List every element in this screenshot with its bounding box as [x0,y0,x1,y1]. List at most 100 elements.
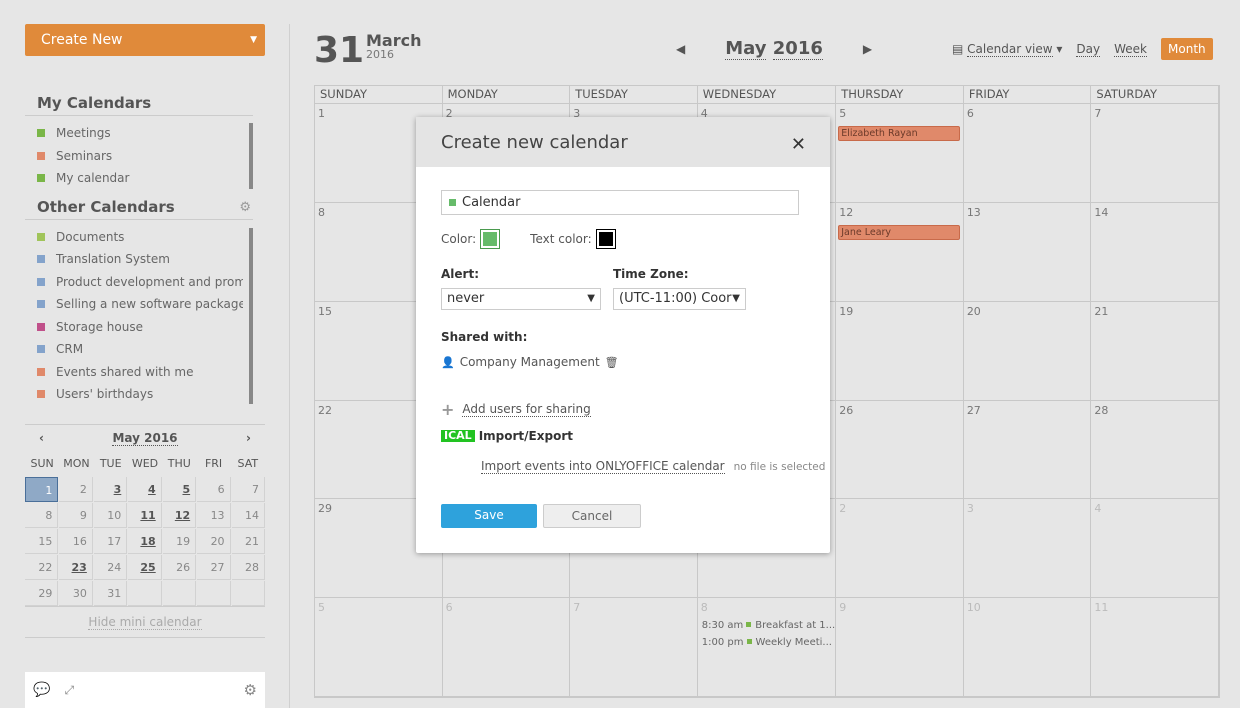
day-cell[interactable]: 14 [1091,202,1219,302]
mini-day[interactable]: 24 [93,555,128,580]
mini-day[interactable]: 14 [231,503,265,528]
create-new-button[interactable]: Create New ▼ [25,24,265,56]
mini-day[interactable]: 13 [197,503,231,528]
day-cell[interactable]: 2 [836,499,964,599]
day-cell[interactable]: 27 [963,400,1092,500]
calendar-title[interactable]: May 2016 [725,38,823,60]
chat-icon[interactable]: 💬 [33,682,50,698]
mini-day[interactable]: 6 [197,477,231,502]
mini-day[interactable]: 11 [128,503,162,528]
close-icon[interactable]: ✕ [791,134,806,155]
calendar-name-input[interactable]: Calendar [441,190,799,215]
calendar-item[interactable]: Translation System [37,248,243,271]
mini-day[interactable]: 9 [59,503,93,528]
calendar-view-dropdown[interactable]: ▤ Calendar view ▾ [952,42,1062,57]
expand-icon[interactable]: ⤢ [64,683,74,698]
mini-day[interactable]: 7 [231,477,265,502]
mini-day[interactable]: 4 [128,477,162,502]
mini-day[interactable]: 27 [197,555,231,580]
text-color-picker[interactable] [595,229,616,249]
day-cell[interactable]: 5 [315,598,443,697]
day-cell[interactable]: 19 [836,301,964,401]
mini-day[interactable]: 21 [231,529,265,554]
day-cell[interactable]: 12 Jane Leary [836,202,964,302]
calendar-item[interactable]: Selling a new software package [37,293,243,316]
prev-icon[interactable]: ◀ [676,42,685,56]
color-picker[interactable] [480,229,501,249]
calendar-item[interactable]: Events shared with me [37,361,243,384]
mini-day[interactable]: 19 [162,529,197,554]
mini-day[interactable]: 25 [128,555,162,580]
day-cell[interactable]: 28 [1091,400,1219,500]
day-cell[interactable]: 13 [963,202,1092,302]
view-day[interactable]: Day [1076,42,1101,57]
event[interactable]: 1:00 pm Weekly Meeti... [698,634,835,651]
alert-select[interactable]: never ▼ [441,288,601,310]
mini-day[interactable]: 20 [197,529,231,554]
day-cell[interactable]: 7 [570,598,698,697]
day-cell[interactable]: 20 [963,301,1092,401]
day-cell[interactable]: 26 [836,400,964,500]
view-month[interactable]: Month [1161,38,1213,60]
gear-icon[interactable]: ⚙ [244,681,257,699]
add-users-link[interactable]: Add users for sharing [462,402,591,417]
day-cell[interactable]: 4 [1091,499,1219,599]
mini-day[interactable]: 2 [59,477,93,502]
view-week[interactable]: Week [1114,42,1148,57]
day-cell[interactable]: 3 [963,499,1092,599]
calendar-item[interactable]: Documents [37,226,243,249]
calendar-item[interactable]: Users' birthdays [37,383,243,406]
mini-day[interactable]: 17 [93,529,128,554]
next-icon[interactable]: ▶ [863,42,872,56]
import-events-link[interactable]: Import events into ONLYOFFICE calendar [481,459,725,474]
caret-down-icon[interactable]: ▼ [250,24,257,56]
mini-day[interactable]: 31 [93,581,128,606]
mini-day[interactable]: 22 [25,555,59,580]
day-cell[interactable]: 10 [963,598,1092,697]
mini-day[interactable]: 29 [25,581,59,606]
day-cell[interactable]: 7 [1091,104,1219,203]
calendar-item[interactable]: Meetings [37,122,243,145]
mini-day[interactable]: 28 [231,555,265,580]
day-cell[interactable]: 21 [1091,301,1219,401]
mini-day[interactable]: 30 [59,581,93,606]
calendar-item[interactable]: My calendar [37,167,243,190]
day-cell[interactable]: 11 [1091,598,1219,697]
event[interactable]: Jane Leary [838,224,960,240]
cancel-button[interactable]: Cancel [543,504,641,528]
scrollbar[interactable] [249,227,253,404]
scrollbar[interactable] [249,123,253,189]
mini-day[interactable]: 8 [25,503,59,528]
event[interactable]: 8:30 am Breakfast at 1... [698,617,835,634]
trash-icon[interactable]: 🗑 [605,356,619,369]
calendar-item[interactable]: Seminars [37,145,243,168]
calendar-item[interactable]: CRM [37,338,243,361]
calendar-item[interactable]: Storage house [37,316,243,339]
timezone-select[interactable]: (UTC-11:00) Coorc ▼ [613,288,746,310]
next-month-icon[interactable]: › [246,431,251,445]
mini-day[interactable]: 23 [59,555,93,580]
mini-day[interactable]: 15 [25,529,59,554]
day-cell[interactable]: 5 Elizabeth Rayan [836,104,964,203]
mini-day[interactable]: 18 [128,529,162,554]
mini-day[interactable]: 26 [162,555,197,580]
hide-mini-calendar-link[interactable]: Hide mini calendar [25,606,265,638]
day-cell[interactable]: 6 [442,598,571,697]
day-cell[interactable]: 8 8:30 am Breakfast at 1... 1:00 pm Weekly M… [697,598,837,697]
mini-day[interactable]: 1 [25,477,59,502]
prev-month-icon[interactable]: ‹ [39,431,44,445]
mini-day[interactable]: 16 [59,529,93,554]
event[interactable]: Elizabeth Rayan [838,126,960,141]
mini-day[interactable]: 12 [162,503,197,528]
mini-weekday: THU [167,457,191,470]
mini-calendar-title[interactable]: May 2016 [112,431,178,446]
plus-icon[interactable]: + [441,400,454,419]
gear-icon[interactable]: ⚙ [239,200,251,215]
mini-day[interactable]: 10 [93,503,128,528]
day-cell[interactable]: 6 [963,104,1092,203]
day-cell[interactable]: 9 [836,598,964,697]
mini-day[interactable]: 5 [162,477,197,502]
save-button[interactable]: Save [441,504,537,528]
mini-day[interactable]: 3 [93,477,128,502]
calendar-item[interactable]: Product development and prom… [37,271,243,294]
